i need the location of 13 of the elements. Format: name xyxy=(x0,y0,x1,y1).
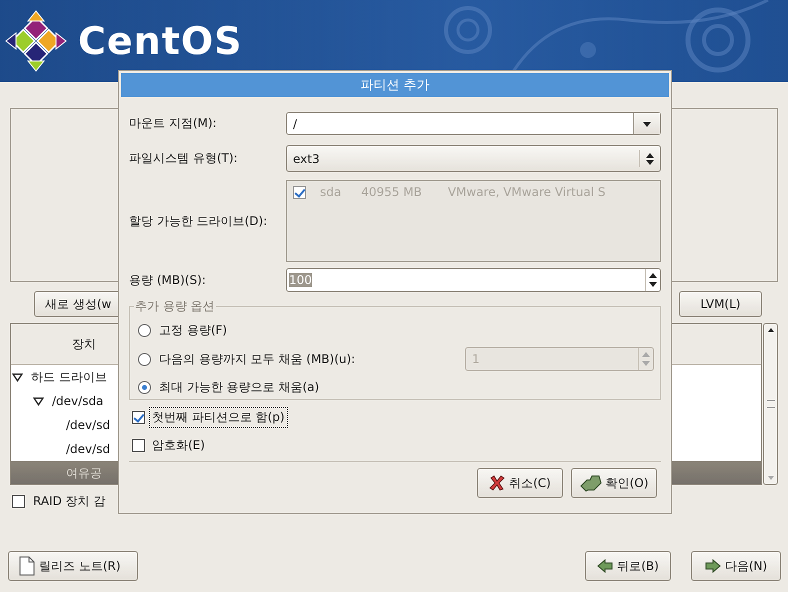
device-name: 하드 드라이브 xyxy=(31,368,107,386)
drive-size: 40955 MB xyxy=(361,185,422,199)
device-name: /dev/sda xyxy=(52,394,104,408)
field-label: 용량 (MB)(S): xyxy=(129,272,207,288)
field-label: 마운트 지점(M): xyxy=(129,115,218,132)
drive-name: sda xyxy=(320,185,342,199)
dialog-title: 파티션 추가 xyxy=(121,73,669,97)
drive-model: VMware, VMware Virtual S xyxy=(448,185,606,199)
field-label: 파일시스템 유형(T): xyxy=(129,150,239,167)
field-label: 할당 가능한 드라이브(D): xyxy=(129,212,268,230)
logo-text: CentOS xyxy=(78,19,243,63)
frame-title: 추가 용량 옵션 xyxy=(134,298,216,315)
device-name: 여유공 xyxy=(66,464,102,482)
